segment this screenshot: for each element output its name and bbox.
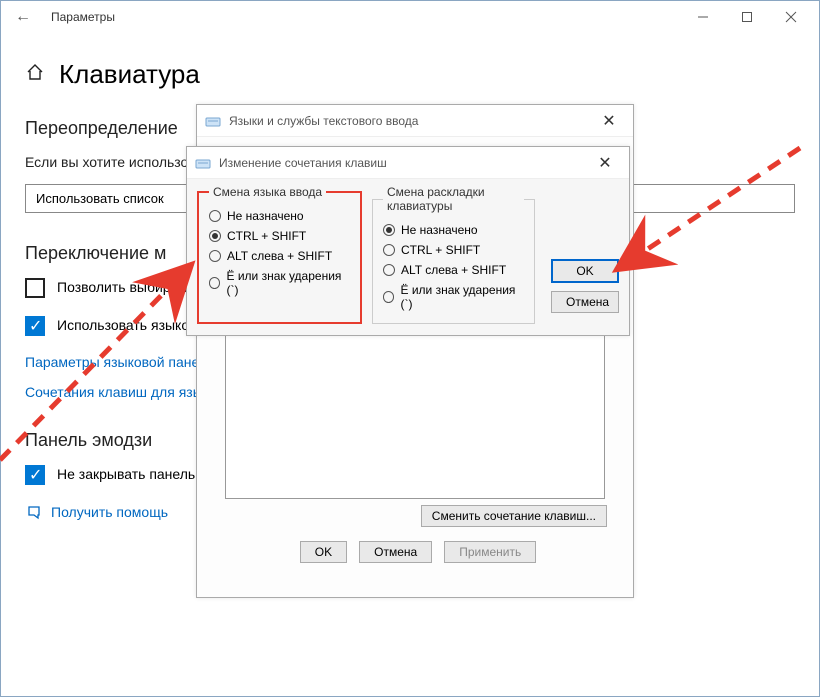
checkbox-icon[interactable] <box>25 465 45 485</box>
minimize-button[interactable] <box>681 3 725 31</box>
radio-alt-shift[interactable]: ALT слева + SHIFT <box>383 263 524 277</box>
dialog-buttons: OK Отмена <box>545 185 619 324</box>
keyboard-icon <box>205 113 221 129</box>
dialog-titlebar: Изменение сочетания клавиш ✕ <box>187 147 629 179</box>
group-keyboard-layout: Смена раскладки клавиатуры Не назначено … <box>372 185 535 324</box>
radio-none[interactable]: Не назначено <box>209 209 350 223</box>
cancel-button[interactable]: Отмена <box>551 291 619 313</box>
radio-ctrl-shift[interactable]: CTRL + SHIFT <box>209 229 350 243</box>
maximize-button[interactable] <box>725 3 769 31</box>
ok-button[interactable]: OK <box>300 541 347 563</box>
change-hotkey-dialog: Изменение сочетания клавиш ✕ Смена языка… <box>186 146 630 336</box>
home-icon[interactable] <box>25 62 45 87</box>
close-button[interactable] <box>769 3 813 31</box>
cancel-button[interactable]: Отмена <box>359 541 432 563</box>
radio-ctrl-shift[interactable]: CTRL + SHIFT <box>383 243 524 257</box>
titlebar: ← Параметры <box>1 1 819 33</box>
checkbox-icon[interactable] <box>25 278 45 298</box>
radio-alt-shift[interactable]: ALT слева + SHIFT <box>209 249 350 263</box>
radio-accent[interactable]: Ё или знак ударения (`) <box>383 283 524 311</box>
dialog-close-button[interactable]: ✕ <box>589 153 621 173</box>
dialog-titlebar: Языки и службы текстового ввода ✕ <box>197 105 633 137</box>
dialog-body: Смена языка ввода Не назначено CTRL + SH… <box>187 179 629 330</box>
help-icon <box>25 503 43 521</box>
window-title: Параметры <box>51 10 115 24</box>
page-title: Клавиатура <box>59 59 200 90</box>
group-title: Смена языка ввода <box>209 185 326 199</box>
ok-button[interactable]: OK <box>551 259 619 283</box>
dialog-title: Изменение сочетания клавиш <box>219 156 387 170</box>
group-title: Смена раскладки клавиатуры <box>383 185 524 213</box>
help-link-text[interactable]: Получить помощь <box>51 504 168 520</box>
radio-none[interactable]: Не назначено <box>383 223 524 237</box>
change-hotkey-button[interactable]: Сменить сочетание клавиш... <box>421 505 607 527</box>
dialog-title: Языки и службы текстового ввода <box>229 114 418 128</box>
checkbox-icon[interactable] <box>25 316 45 336</box>
dialog-close-button[interactable]: ✕ <box>593 111 625 131</box>
apply-button[interactable]: Применить <box>444 541 536 563</box>
keyboard-icon <box>195 155 211 171</box>
group-input-language: Смена языка ввода Не назначено CTRL + SH… <box>197 185 362 324</box>
back-button[interactable]: ← <box>11 8 35 26</box>
radio-accent[interactable]: Ё или знак ударения (`) <box>209 269 350 297</box>
